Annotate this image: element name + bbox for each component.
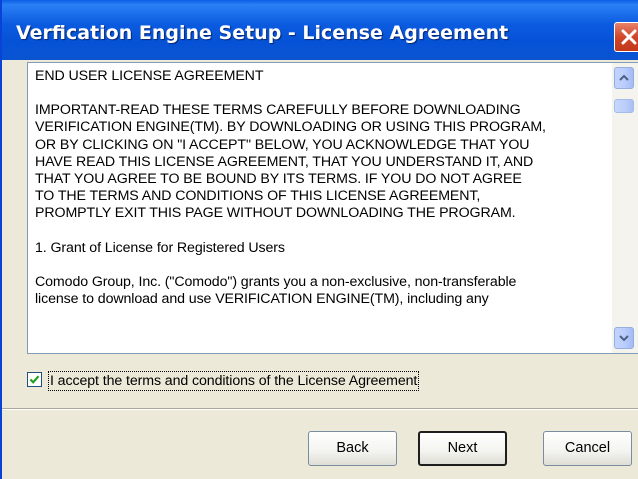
close-button[interactable]: [614, 22, 638, 52]
license-important-line: VERIFICATION ENGINE(TM). BY DOWNLOADING …: [35, 119, 546, 136]
separator: [2, 408, 638, 410]
license-text: END USER LICENSE AGREEMENT IMPORTANT-REA…: [35, 68, 615, 308]
arrow-up-icon: [619, 74, 629, 81]
back-button[interactable]: Back: [308, 431, 397, 466]
license-section-line: license to download and use VERIFICATION…: [35, 291, 489, 308]
accept-checkbox[interactable]: [27, 372, 42, 387]
close-icon: [621, 29, 637, 45]
cancel-button[interactable]: Cancel: [543, 431, 632, 466]
title-bar[interactable]: Verfication Engine Setup - License Agree…: [2, 0, 638, 60]
license-heading: END USER LICENSE AGREEMENT: [35, 68, 264, 84]
license-important-line: PROMPTLY EXIT THIS PAGE WITHOUT DOWNLOAD…: [35, 205, 516, 222]
checkmark-icon: [29, 375, 40, 384]
scroll-up-button[interactable]: [614, 67, 634, 89]
next-button[interactable]: Next: [418, 431, 507, 466]
license-text-box[interactable]: END USER LICENSE AGREEMENT IMPORTANT-REA…: [27, 62, 638, 354]
window-title: Verfication Engine Setup - License Agree…: [16, 22, 509, 44]
license-important-line: OR BY CLICKING ON "I ACCEPT" BELOW, YOU …: [35, 136, 530, 153]
vertical-scrollbar[interactable]: [612, 63, 638, 353]
license-important-line: THAT YOU AGREE TO BE BOUND BY ITS TERMS.…: [35, 171, 522, 188]
license-section-title: 1. Grant of License for Registered Users: [35, 239, 285, 256]
arrow-down-icon: [619, 335, 629, 342]
setup-window: Verfication Engine Setup - License Agree…: [0, 0, 638, 479]
license-important-line: HAVE READ THIS LICENSE AGREEMENT, THAT Y…: [35, 153, 534, 170]
license-important-line: IMPORTANT-READ THESE TERMS CAREFULLY BEF…: [35, 102, 521, 119]
scroll-thumb[interactable]: [614, 99, 634, 113]
license-section-line: Comodo Group, Inc. ("Comodo") grants you…: [35, 273, 517, 290]
scroll-down-button[interactable]: [614, 327, 634, 349]
license-important-line: TO THE TERMS AND CONDITIONS OF THIS LICE…: [35, 188, 481, 205]
accept-label[interactable]: I accept the terms and conditions of the…: [48, 371, 420, 391]
